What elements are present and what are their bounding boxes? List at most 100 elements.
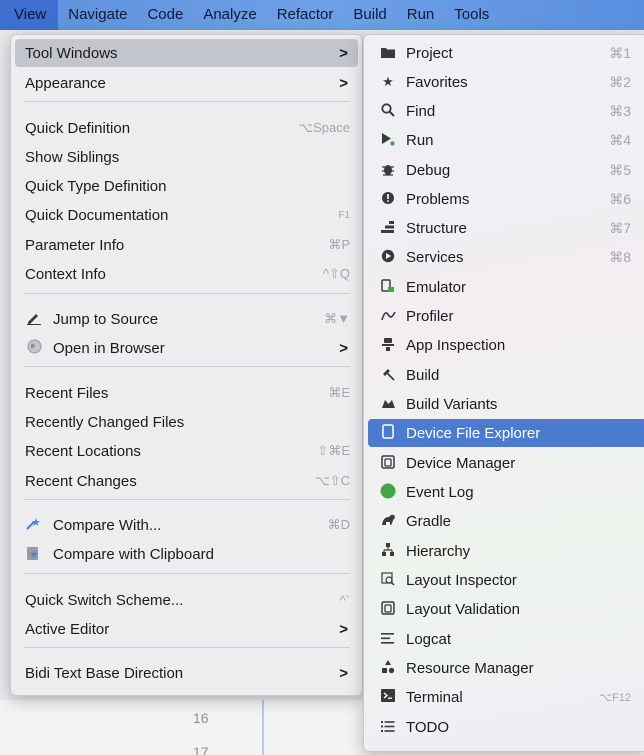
menu-item-quick-type-definition[interactable]: Quick Type Definition	[15, 172, 358, 200]
submenu-item-project[interactable]: Project ⌘1	[368, 39, 644, 67]
chevron-right-icon: >	[339, 74, 348, 92]
menu-item-appearance[interactable]: Appearance >	[15, 69, 358, 97]
submenu-item-device-file-explorer[interactable]: Device File Explorer	[368, 419, 644, 447]
bug-icon	[378, 162, 398, 179]
menu-refactor[interactable]: Refactor	[267, 0, 344, 30]
submenu-item-device-manager[interactable]: Device Manager	[368, 449, 644, 477]
submenu-item-build-variants[interactable]: Build Variants	[368, 390, 644, 418]
menu-item-open-in-browser[interactable]: Open in Browser >	[15, 334, 358, 362]
menu-bar: View Navigate Code Analyze Refactor Buil…	[0, 0, 644, 30]
submenu-item-gradle[interactable]: Gradle	[368, 507, 644, 535]
menu-item-show-siblings[interactable]: Show Siblings	[15, 143, 358, 171]
submenu-item-hierarchy[interactable]: Hierarchy	[368, 537, 644, 565]
app-inspection-icon	[378, 337, 398, 354]
submenu-item-debug[interactable]: Debug ⌘5	[368, 156, 644, 184]
menu-code[interactable]: Code	[137, 0, 193, 30]
menu-item-quick-definition[interactable]: Quick Definition ⌥Space	[15, 114, 358, 142]
menu-view[interactable]: View	[0, 0, 59, 30]
submenu-item-find[interactable]: Find ⌘3	[368, 97, 644, 125]
submenu-item-label: App Inspection	[406, 336, 506, 354]
submenu-item-services[interactable]: Services ⌘8	[368, 243, 644, 271]
menu-item-label: Show Siblings	[25, 148, 120, 166]
menu-tools[interactable]: Tools	[444, 0, 499, 30]
submenu-item-todo[interactable]: TODO	[368, 713, 644, 741]
menu-build[interactable]: Build	[343, 0, 396, 30]
submenu-item-label: Run	[406, 131, 434, 149]
compare-icon	[25, 516, 43, 535]
menu-separator	[23, 499, 350, 500]
submenu-item-label: Logcat	[406, 630, 452, 648]
shortcut-label: ⌘5	[609, 161, 631, 178]
emulator-icon	[378, 278, 398, 296]
submenu-item-label: Terminal	[406, 688, 463, 706]
view-menu: Tool Windows > Appearance > Quick Defini…	[10, 34, 363, 696]
submenu-item-problems[interactable]: Problems ⌘6	[368, 185, 644, 213]
menu-item-recent-changes[interactable]: Recent Changes ⌥⇧C	[15, 467, 358, 495]
shortcut-label: ⌘▼	[324, 311, 350, 326]
submenu-item-label: Favorites	[406, 73, 468, 91]
shortcut-label: ⌘P	[328, 237, 350, 252]
submenu-item-label: Emulator	[406, 278, 467, 296]
todo-icon	[378, 720, 398, 735]
submenu-item-profiler[interactable]: Profiler	[368, 302, 644, 330]
submenu-item-label: TODO	[406, 718, 450, 736]
menu-item-quick-documentation[interactable]: Quick Documentation F1	[15, 201, 358, 229]
submenu-item-app-inspection[interactable]: App Inspection	[368, 331, 644, 359]
chevron-right-icon: >	[339, 44, 348, 62]
chevron-right-icon: >	[339, 664, 348, 682]
submenu-item-layout-inspector[interactable]: Layout Inspector	[368, 566, 644, 594]
menu-item-recent-files[interactable]: Recent Files ⌘E	[15, 379, 358, 407]
menu-run[interactable]: Run	[397, 0, 445, 30]
gutter-divider	[262, 700, 264, 755]
shortcut-label: ^⇧Q	[322, 266, 350, 281]
menu-item-recent-locations[interactable]: Recent Locations ⇧⌘E	[15, 437, 358, 465]
menu-item-label: Context Info	[25, 265, 106, 283]
submenu-item-label: Device File Explorer	[406, 424, 541, 442]
menu-item-quick-switch-scheme[interactable]: Quick Switch Scheme... ^`	[15, 586, 358, 614]
submenu-item-favorites[interactable]: ★ Favorites ⌘2	[368, 68, 644, 96]
pencil-icon	[25, 311, 43, 328]
menu-item-context-info[interactable]: Context Info ^⇧Q	[15, 260, 358, 288]
shortcut-label: ⌘3	[609, 102, 631, 119]
menu-item-compare-with[interactable]: Compare With... ⌘D	[15, 511, 358, 539]
submenu-item-label: Project	[406, 44, 453, 62]
menu-item-label: Quick Documentation	[25, 206, 169, 224]
menu-item-jump-to-source[interactable]: Jump to Source ⌘▼	[15, 305, 358, 333]
submenu-item-label: Hierarchy	[406, 542, 471, 560]
search-icon	[378, 102, 398, 120]
menu-navigate[interactable]: Navigate	[58, 0, 137, 30]
submenu-item-event-log[interactable]: Event Log	[368, 478, 644, 506]
device-manager-icon	[378, 454, 398, 472]
shortcut-label: ⇧⌘E	[317, 443, 350, 458]
shortcut-label: ⌘1	[609, 44, 631, 61]
line-number: 16	[193, 710, 209, 726]
menu-item-parameter-info[interactable]: Parameter Info ⌘P	[15, 231, 358, 259]
submenu-item-terminal[interactable]: Terminal ⌥F12	[368, 683, 644, 711]
submenu-item-layout-validation[interactable]: Layout Validation	[368, 595, 644, 623]
menu-item-label: Quick Type Definition	[25, 177, 167, 195]
menu-item-compare-with-clipboard[interactable]: Compare with Clipboard	[15, 540, 358, 568]
menu-item-tool-windows[interactable]: Tool Windows >	[15, 39, 358, 67]
menu-item-bidi-text[interactable]: Bidi Text Base Direction >	[15, 659, 358, 687]
menu-analyze[interactable]: Analyze	[193, 0, 266, 30]
submenu-item-resource-manager[interactable]: Resource Manager	[368, 654, 644, 682]
submenu-item-emulator[interactable]: Emulator	[368, 273, 644, 301]
logcat-icon	[378, 632, 398, 647]
submenu-item-label: Gradle	[406, 512, 452, 530]
submenu-item-structure[interactable]: Structure ⌘7	[368, 214, 644, 242]
chevron-right-icon: >	[339, 339, 348, 357]
submenu-item-label: Structure	[406, 219, 467, 237]
submenu-item-run[interactable]: Run ⌘4	[368, 126, 644, 154]
menu-item-label: Bidi Text Base Direction	[25, 664, 184, 682]
shortcut-label: ⌥F12	[599, 691, 631, 704]
menu-item-active-editor[interactable]: Active Editor >	[15, 615, 358, 643]
menu-item-label: Recently Changed Files	[25, 413, 185, 431]
submenu-item-label: Problems	[406, 190, 470, 208]
shortcut-label: ⌥⇧C	[314, 473, 350, 488]
menu-separator	[23, 573, 350, 574]
submenu-item-label: Services	[406, 248, 464, 266]
submenu-item-build[interactable]: Build	[368, 361, 644, 389]
submenu-item-logcat[interactable]: Logcat	[368, 625, 644, 653]
menu-item-recently-changed-files[interactable]: Recently Changed Files	[15, 408, 358, 436]
menu-item-label: Tool Windows	[25, 44, 118, 62]
